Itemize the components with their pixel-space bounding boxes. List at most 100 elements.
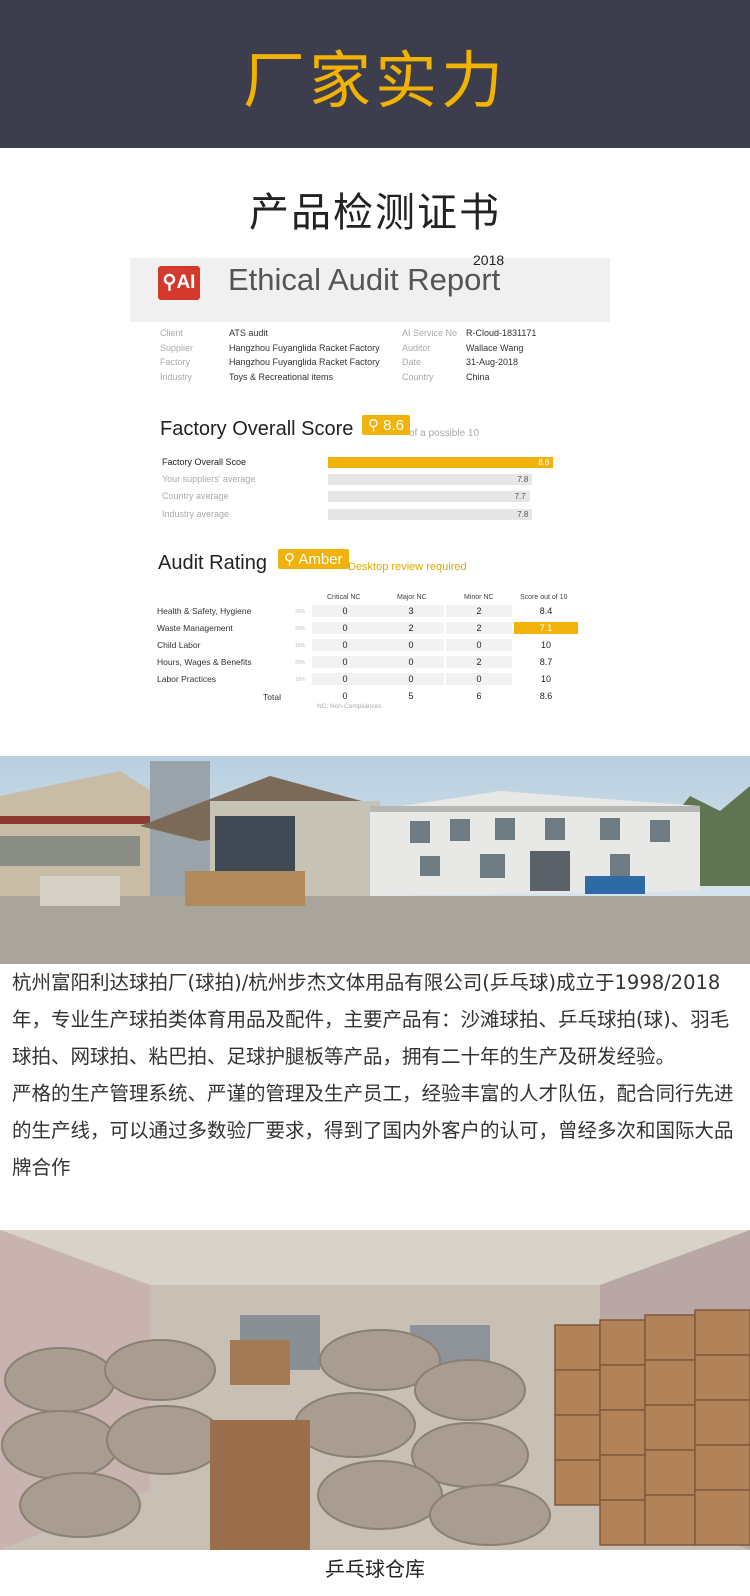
bar-label: Factory Overall Scoe	[162, 457, 247, 467]
meta-key: Industry	[160, 371, 193, 382]
rating-row: Health & Safety, Hygiene 25% 0 3 2 8.4	[130, 603, 610, 620]
rating-row: Child Labor 15% 0 0 0 10	[130, 637, 610, 654]
meta-value: ATS audit	[229, 328, 268, 338]
report-title: Ethical Audit Report	[228, 262, 501, 297]
score-bar-row: Country average 7.7	[130, 489, 610, 505]
col-header-major: Major NC	[397, 594, 427, 601]
meta-right-values: R-Cloud-1831171 Wallace Wang 31-Aug-2018…	[466, 326, 536, 384]
meta-value: R-Cloud-1831171	[466, 328, 537, 338]
section-title: 产品检测证书	[249, 190, 501, 236]
warehouse-image	[0, 1230, 750, 1550]
overall-score-title: Factory Overall Score	[160, 418, 354, 440]
audit-rating-note: Desktop review required	[348, 561, 467, 573]
critical-cell: 0	[312, 605, 378, 617]
bar-value: 8.6	[538, 458, 550, 467]
critical-cell: 0	[312, 622, 378, 634]
meta-key: Date	[402, 357, 422, 367]
audit-report: ⚲AI Ethical Audit Report 2018 Client Sup…	[130, 252, 610, 726]
total-major: 5	[408, 691, 414, 701]
warehouse-photo	[0, 1230, 750, 1550]
total-score: 8.6	[539, 691, 553, 701]
major-cell: 2	[378, 622, 444, 634]
report-header: ⚲AI Ethical Audit Report 2018	[130, 252, 610, 322]
meta-value: China	[466, 371, 490, 382]
minor-cell: 0	[446, 673, 512, 685]
row-label: Hours, Wages & Benefits	[157, 657, 252, 667]
major-cell: 0	[378, 656, 444, 668]
audit-rating-title: Audit Rating	[158, 552, 267, 574]
minor-cell: 2	[446, 622, 512, 634]
row-label: Health & Safety, Hygiene	[157, 606, 252, 616]
report-footnote: NC: Non-Compliances	[317, 703, 382, 710]
meta-key: Client	[160, 328, 184, 338]
meta-left-values: ATS audit Hangzhou Fuyanglida Racket Fac…	[229, 326, 380, 384]
rating-row: Labor Practices 10% 0 0 0 10	[130, 671, 610, 688]
bar-label: Your suppliers' average	[162, 474, 256, 484]
row-weight: 10%	[295, 677, 306, 683]
col-header-minor: Minor NC	[464, 594, 494, 601]
score-cell: 8.4	[539, 606, 553, 616]
score-cell: 8.7	[539, 657, 553, 667]
banner-title: 厂家实力	[242, 44, 507, 117]
score-bar: 8.6	[328, 457, 554, 468]
meta-key: Supplier	[160, 342, 194, 353]
report-year: 2018	[473, 252, 505, 268]
score-bar: 7.8	[328, 474, 533, 485]
meta-key: Country	[402, 371, 434, 382]
row-label: Child Labor	[157, 640, 201, 650]
score-cell: 10	[540, 640, 551, 650]
critical-cell: 0	[312, 639, 378, 651]
col-header-critical: Critical NC	[327, 594, 361, 601]
bar-value: 7.7	[514, 492, 526, 501]
meta-value: Wallace Wang	[466, 342, 524, 353]
audit-rating-badge: ⚲ Amber	[278, 549, 349, 569]
meta-key: AI Service No	[402, 328, 458, 338]
row-weight: 20%	[295, 660, 306, 666]
overall-score-note: of a possible 10	[409, 428, 480, 439]
score-bar-row: Industry average 7.8	[130, 507, 610, 523]
critical-cell: 0	[312, 656, 378, 668]
meta-value: Toys & Recreational items	[229, 371, 334, 382]
warehouse-caption: 乒乓球仓库	[325, 1557, 425, 1581]
header-banner: 厂家实力	[0, 0, 750, 148]
score-cell-flagged: 7.1	[514, 622, 578, 634]
score-bar: 7.8	[328, 509, 533, 520]
rating-row: Waste Management 20% 0 2 2 7.1	[130, 620, 610, 637]
factory-panorama-image	[0, 756, 750, 964]
critical-cell: 0	[312, 673, 378, 685]
description-paragraph: 严格的生产管理系统、严谨的管理及生产员工，经验丰富的人才队伍，配合同行先进的生产…	[12, 1082, 734, 1179]
bar-value: 7.8	[517, 475, 529, 484]
major-cell: 0	[378, 639, 444, 651]
total-minor: 6	[476, 691, 482, 701]
overall-score-badge: ⚲ 8.6	[362, 415, 411, 435]
meta-right-keys: AI Service No Auditor Date Country	[402, 326, 457, 384]
minor-cell: 2	[446, 656, 512, 668]
description-paragraph: 杭州富阳利达球拍厂(球拍)/杭州步杰文体用品有限公司(乒乓球)成立于1998/2…	[12, 971, 730, 1068]
meta-value: Hangzhou Fuyanglida Racket Factory	[229, 342, 380, 353]
total-critical: 0	[342, 691, 348, 701]
row-weight: 25%	[295, 609, 306, 615]
meta-value: 31-Aug-2018	[466, 357, 519, 367]
score-bar-row: Factory Overall Scoe 8.6	[130, 455, 610, 471]
meta-key: Factory	[160, 357, 191, 367]
bar-label: Country average	[162, 491, 229, 501]
row-weight: 15%	[295, 643, 306, 649]
meta-left-keys: Client Supplier Factory Industry	[160, 326, 193, 384]
bar-label: Industry average	[162, 509, 230, 519]
rating-row: Hours, Wages & Benefits 20% 0 0 2 8.7	[130, 654, 610, 671]
ai-logo: ⚲AI	[158, 266, 200, 300]
col-header-score: Score out of 10	[520, 594, 568, 601]
major-cell: 0	[378, 673, 444, 685]
bar-value: 7.8	[517, 510, 529, 519]
minor-cell: 0	[446, 639, 512, 651]
row-label: Waste Management	[157, 623, 233, 633]
meta-value: Hangzhou Fuyanglida Racket Factory	[229, 357, 380, 367]
factory-photo	[0, 756, 750, 964]
score-bar: 7.7	[328, 491, 530, 502]
score-cell: 10	[540, 674, 551, 684]
minor-cell: 2	[446, 605, 512, 617]
score-bar-row: Your suppliers' average 7.8	[130, 472, 610, 488]
row-label: Labor Practices	[157, 674, 217, 684]
company-description: 杭州富阳利达球拍厂(球拍)/杭州步杰文体用品有限公司(乒乓球)成立于1998/2…	[12, 964, 742, 1186]
major-cell: 3	[378, 605, 444, 617]
